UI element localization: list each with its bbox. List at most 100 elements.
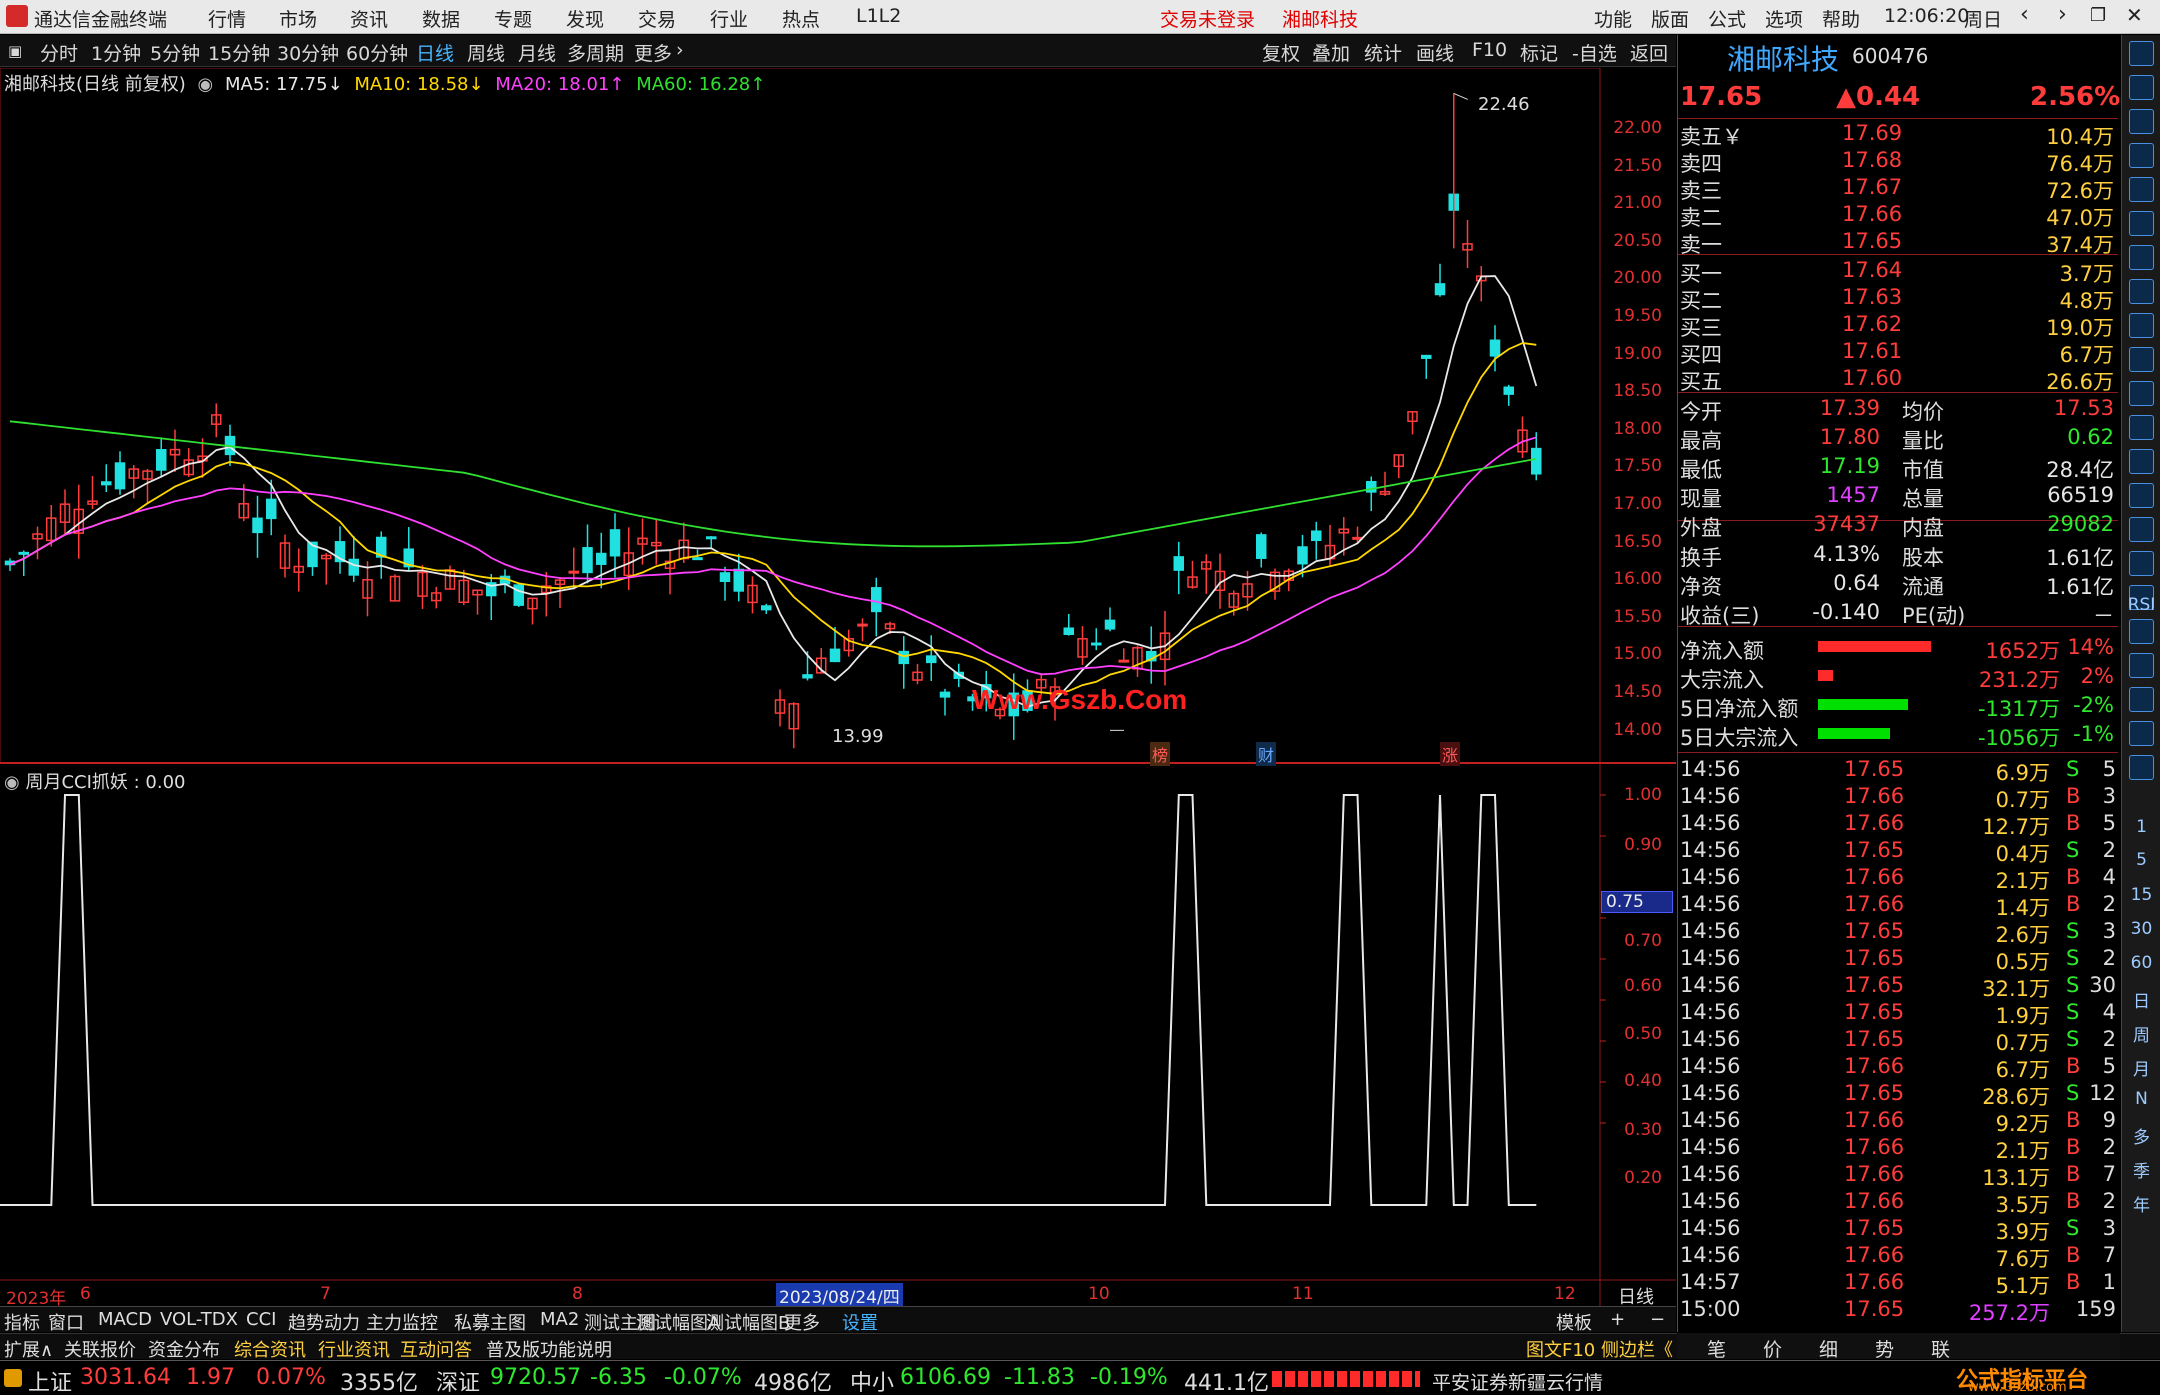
period-15min[interactable]: 15分钟 [208, 39, 270, 66]
indicator-tab-11[interactable]: 测试幅图B [706, 1309, 790, 1335]
period-fenshi[interactable]: 分时 [40, 39, 78, 66]
menu-item-xuanxiang[interactable]: 选项 [1765, 5, 1803, 32]
candle-body[interactable] [348, 558, 359, 576]
candle-body[interactable] [1297, 546, 1308, 565]
side-tool-label-0[interactable]: RSI [2122, 595, 2160, 615]
side-tool-label-9[interactable]: N [2122, 1089, 2160, 1109]
indicator-tab-0[interactable]: 指标 [4, 1309, 40, 1335]
side-tool-label-8[interactable]: 月 [2122, 1055, 2160, 1080]
candle-body[interactable] [1311, 530, 1322, 542]
extension-tab-2[interactable]: 资金分布 [148, 1336, 220, 1362]
extension-tab-3[interactable]: 综合资讯 [234, 1336, 306, 1362]
panel-toggle-icon[interactable]: ▣ [8, 42, 22, 60]
quote-tab-0[interactable]: 笔 [1707, 1335, 1726, 1362]
candle-body[interactable] [1063, 627, 1074, 635]
chevron-right-icon[interactable]: › [676, 39, 684, 61]
candle-body[interactable] [706, 536, 717, 540]
side-tool-icon[interactable] [2129, 245, 2154, 270]
menu-item-hangye[interactable]: 行业 [710, 5, 748, 32]
indicator-tab-8[interactable]: MA2 [540, 1309, 579, 1330]
period-5min[interactable]: 5分钟 [150, 39, 200, 66]
extension-tab-4[interactable]: 行业资讯 [318, 1336, 390, 1362]
bid-price[interactable]: 17.61 [1842, 339, 1902, 363]
tool-tongji[interactable]: 统计 [1364, 39, 1402, 66]
side-tool-icon[interactable] [2129, 449, 2154, 474]
menu-item-jiaoyi[interactable]: 交易 [638, 5, 676, 32]
period-multi[interactable]: 多周期 [567, 39, 624, 66]
quote-tab-4[interactable]: 联 [1931, 1335, 1950, 1362]
kline-chart[interactable] [0, 68, 1676, 1306]
period-30min[interactable]: 30分钟 [277, 39, 339, 66]
candle-body[interactable] [609, 529, 621, 557]
candle-body[interactable] [1173, 556, 1184, 571]
candle-body[interactable] [1104, 619, 1116, 630]
candle-body[interactable] [1489, 339, 1501, 357]
side-tool-label-5[interactable]: 60 [2122, 953, 2160, 973]
menu-item-hangqing[interactable]: 行情 [208, 5, 246, 32]
indicator-tab-3[interactable]: VOL-TDX [160, 1309, 238, 1330]
bid-price[interactable]: 17.60 [1842, 366, 1902, 390]
marker-bang[interactable]: 榜 [1150, 742, 1171, 766]
candle-body[interactable] [1531, 447, 1542, 475]
side-tool-icon[interactable] [2129, 619, 2154, 644]
side-tool-icon[interactable] [2129, 517, 2154, 542]
ask-price[interactable]: 17.69 [1842, 121, 1902, 145]
side-tool-label-2[interactable]: 5 [2122, 850, 2160, 870]
side-tool-icon[interactable] [2129, 313, 2154, 338]
menu-item-shuju[interactable]: 数据 [422, 5, 460, 32]
settings-icon[interactable]: ◉ [198, 74, 214, 95]
candle-body[interactable] [692, 557, 703, 561]
menu-item-bangzhu[interactable]: 帮助 [1822, 5, 1860, 32]
side-tool-label-12[interactable]: 年 [2122, 1191, 2160, 1216]
menu-item-shichang[interactable]: 市场 [279, 5, 317, 32]
bid-price[interactable]: 17.62 [1842, 312, 1902, 336]
candle-body[interactable] [568, 570, 579, 574]
side-tool-icon[interactable] [2129, 653, 2154, 678]
side-tool-icon[interactable] [2129, 347, 2154, 372]
candle-body[interactable] [871, 587, 882, 613]
period-1min[interactable]: 1分钟 [91, 39, 141, 66]
candle-body[interactable] [857, 623, 868, 627]
menu-item-banmian[interactable]: 版面 [1651, 5, 1689, 32]
tool-fuquan[interactable]: 复权 [1262, 39, 1300, 66]
candle-body[interactable] [266, 498, 277, 520]
side-tool-label-3[interactable]: 15 [2122, 885, 2160, 905]
side-tool-icon[interactable] [2129, 279, 2154, 304]
candle-body[interactable] [1434, 283, 1446, 296]
template-tab-0[interactable]: 模板 [1556, 1309, 1592, 1335]
marker-cai[interactable]: 财 [1256, 742, 1277, 766]
indicator-tab-5[interactable]: 趋势动力 [288, 1309, 360, 1335]
side-tool-icon[interactable] [2129, 721, 2154, 746]
extension-tab-1[interactable]: 关联报价 [64, 1336, 136, 1362]
marker-zhang[interactable]: 涨 [1440, 742, 1461, 766]
side-tool-label-6[interactable]: 日 [2122, 987, 2160, 1012]
quote-tab-1[interactable]: 价 [1763, 1335, 1782, 1362]
side-tool-icon[interactable] [2129, 75, 2154, 100]
side-tool-label-1[interactable]: 1 [2122, 817, 2160, 837]
candle-body[interactable] [761, 605, 772, 611]
side-tool-icon[interactable] [2129, 551, 2154, 576]
side-tool-icon[interactable] [2129, 381, 2154, 406]
restore-window-icon[interactable]: ❐ [2090, 5, 2106, 26]
side-tool-label-4[interactable]: 30 [2122, 919, 2160, 939]
status-icon[interactable] [4, 1369, 22, 1387]
indicator-tab-6[interactable]: 主力监控 [366, 1309, 438, 1335]
side-tool-icon[interactable] [2129, 687, 2154, 712]
ask-price[interactable]: 17.66 [1842, 202, 1902, 226]
side-tool-icon[interactable] [2129, 143, 2154, 168]
menu-item-l1l2[interactable]: L1L2 [856, 5, 901, 27]
candle-body[interactable] [926, 655, 937, 664]
tool-fanhui[interactable]: 返回 [1630, 39, 1668, 66]
side-tool-icon[interactable] [2129, 211, 2154, 236]
menu-item-zixun[interactable]: 资讯 [350, 5, 388, 32]
ask-price[interactable]: 17.67 [1842, 175, 1902, 199]
side-tool-icon[interactable] [2129, 109, 2154, 134]
side-tool-icon[interactable] [2129, 177, 2154, 202]
zx-index-name[interactable]: 中小 [850, 1365, 894, 1395]
candle-body[interactable] [829, 648, 841, 663]
indicator-tab-4[interactable]: CCI [246, 1309, 276, 1330]
indicator-tab-7[interactable]: 私募主图 [454, 1309, 526, 1335]
indicator-tab-13[interactable]: 设置 [842, 1309, 878, 1335]
menu-item-redian[interactable]: 热点 [782, 5, 820, 32]
sh-index-name[interactable]: 上证 [28, 1365, 72, 1395]
